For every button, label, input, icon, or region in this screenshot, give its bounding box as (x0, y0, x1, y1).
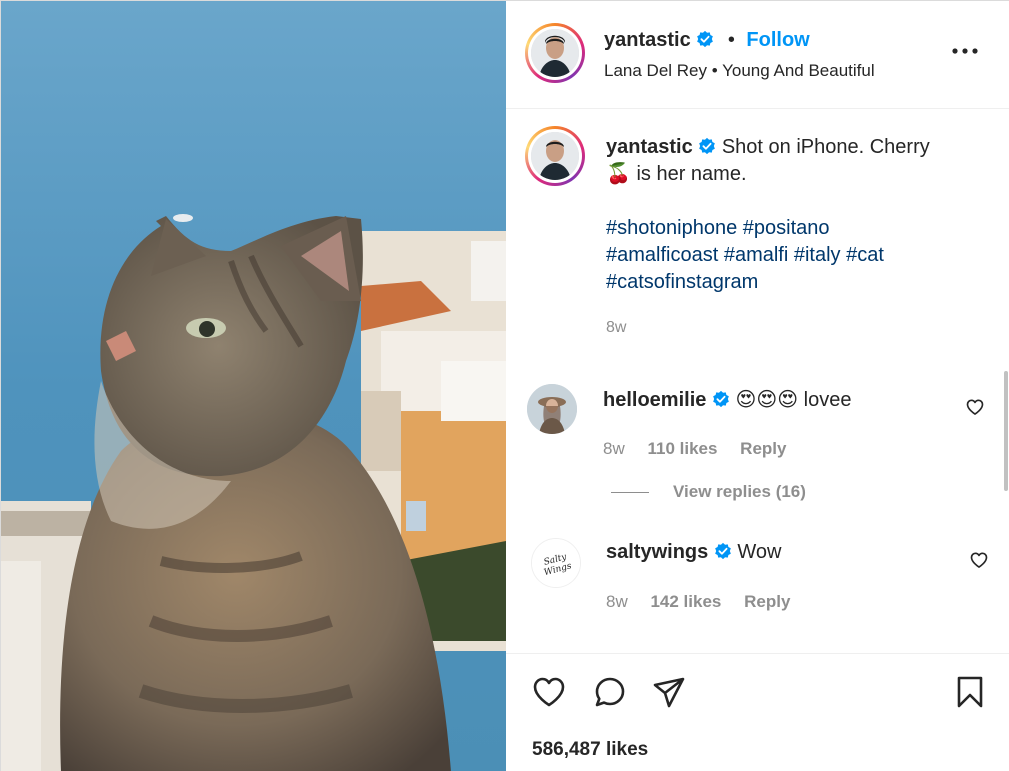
heart-icon[interactable] (969, 550, 989, 570)
comments-scrollbar[interactable] (1004, 371, 1008, 491)
hashtags-line1[interactable]: #shotoniphone #positano (606, 215, 976, 242)
comment-meta: 8w 142 likes Reply (606, 592, 808, 612)
audio-track[interactable]: Lana Del Rey • Young And Beautiful (604, 61, 875, 81)
post-actions: 586,487 likes (506, 653, 1009, 771)
cat-photo-image (1, 1, 506, 771)
comment-likes[interactable]: 142 likes (650, 592, 721, 611)
author-avatar-image (531, 29, 579, 77)
comment-text: helloemilie 😍😍😍 lovee (603, 387, 851, 412)
comment-emojis: 😍😍😍 (735, 389, 799, 411)
post-header: yantastic • Follow Lana Del Rey • Young … (506, 1, 1009, 109)
caption-username[interactable]: yantastic (606, 136, 693, 158)
reply-button[interactable]: Reply (744, 592, 790, 611)
comment-avatar[interactable] (527, 384, 577, 434)
verified-badge-icon (699, 137, 716, 155)
comment-text: saltywings Wow (606, 541, 781, 564)
post-caption: yantastic Shot on iPhone. Cherry 🍒 is he… (606, 134, 976, 296)
comment-avatar[interactable]: Salty Wings (531, 538, 581, 588)
comment-username[interactable]: saltywings (606, 541, 708, 563)
more-options-icon[interactable] (950, 39, 980, 63)
comment-body: Wow (737, 541, 782, 563)
verified-badge-icon (714, 542, 731, 560)
caption-avatar[interactable] (525, 126, 585, 186)
heart-icon[interactable] (531, 674, 567, 710)
post-details-panel: yantastic • Follow Lana Del Rey • Young … (506, 1, 1009, 771)
view-replies-label: View replies (16) (673, 482, 806, 501)
hashtags-line2[interactable]: #amalficoast #amalfi #italy #cat (606, 242, 976, 269)
bookmark-icon[interactable] (952, 674, 988, 710)
comment-likes[interactable]: 110 likes (647, 439, 717, 458)
caption-text-line1: Shot on iPhone. Cherry (721, 136, 930, 158)
post-photo[interactable] (1, 1, 506, 771)
comment-icon[interactable] (592, 674, 628, 710)
hashtags-line3[interactable]: #catsofinstagram (606, 269, 976, 296)
heart-icon[interactable] (965, 397, 985, 417)
saltywings-avatar-image: Salty Wings (532, 539, 580, 587)
view-replies-button[interactable]: View replies (16) (611, 482, 806, 502)
caption-hashtags: #shotoniphone #positano #amalficoast #am… (606, 215, 976, 296)
verified-badge-icon (713, 390, 729, 408)
follow-button[interactable]: Follow (746, 29, 809, 51)
verified-badge-icon (697, 30, 714, 48)
caption-avatar-image (531, 132, 579, 180)
paper-plane-icon[interactable] (651, 674, 687, 710)
author-username[interactable]: yantastic (604, 29, 691, 51)
instagram-post: yantastic • Follow Lana Del Rey • Young … (0, 0, 1009, 771)
caption-timestamp[interactable]: 8w (606, 319, 626, 337)
cherry-emoji: 🍒 (606, 163, 631, 185)
header-separator: • (727, 29, 735, 51)
replies-divider (611, 492, 649, 494)
comment-meta: 8w 110 likes Reply (603, 439, 804, 459)
caption-text-line2: is her name. (636, 163, 747, 185)
reply-button[interactable]: Reply (740, 439, 786, 458)
author-line: yantastic • Follow (604, 29, 810, 52)
comment-body: lovee (803, 389, 852, 411)
comment-time[interactable]: 8w (603, 439, 625, 458)
author-avatar[interactable] (525, 23, 585, 83)
like-count[interactable]: 586,487 likes (532, 739, 648, 761)
comment-time[interactable]: 8w (606, 592, 628, 611)
helloemilie-avatar-image (527, 384, 577, 434)
comment-username[interactable]: helloemilie (603, 389, 706, 411)
